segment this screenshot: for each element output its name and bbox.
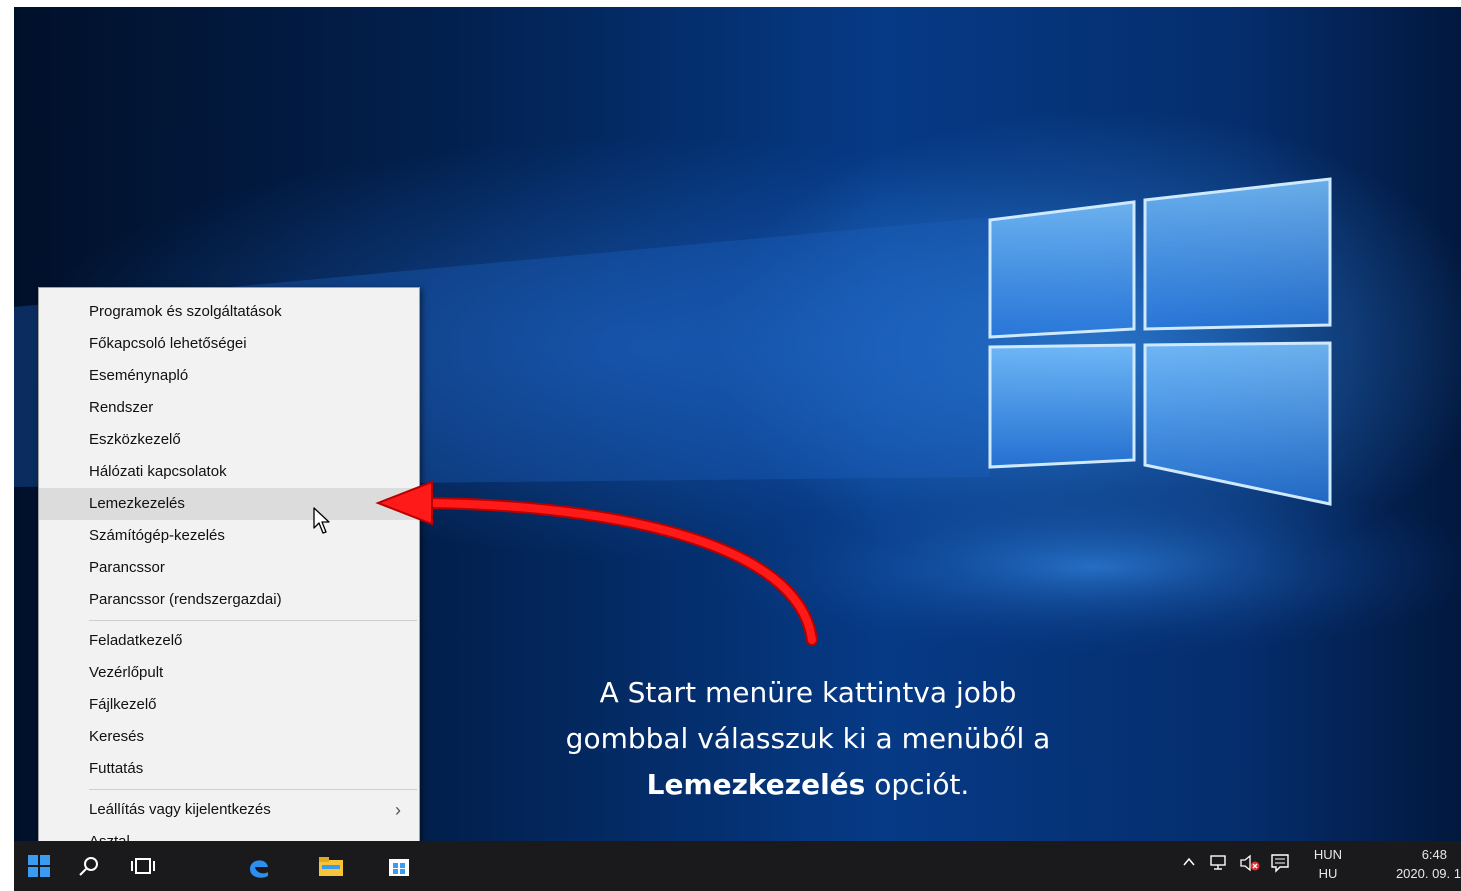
clock-date: 2020. 09. 1 <box>1395 866 1461 881</box>
taskbar: HUN HU 6:48 2020. 09. 1 <box>14 841 1461 891</box>
caption-line: A Start menüre kattintva jobb <box>599 676 1017 709</box>
clock-time: 6:48 <box>1421 847 1447 862</box>
caption-rest: opciót. <box>865 768 970 801</box>
task-view-icon[interactable] <box>118 841 168 891</box>
file-explorer-icon[interactable] <box>306 841 356 891</box>
notification-icon[interactable] <box>1270 853 1290 876</box>
edge-icon[interactable] <box>234 841 284 891</box>
instruction-caption: A Start menüre kattintva jobb gombbal vá… <box>498 670 1118 808</box>
search-icon[interactable] <box>64 841 114 891</box>
caption-line: Lemezkezelés opciót. <box>498 762 1118 808</box>
windows-start-icon[interactable] <box>14 841 64 891</box>
language-code: HUN <box>1313 847 1343 862</box>
clock[interactable]: 6:48 2020. 09. 1 <box>1364 847 1461 881</box>
input-language[interactable]: HUN HU <box>1306 847 1350 881</box>
volume-muted-icon[interactable] <box>1239 854 1261 875</box>
caption-bold-term: Lemezkezelés <box>646 768 866 801</box>
chevron-up-icon[interactable] <box>1182 855 1196 872</box>
network-icon[interactable] <box>1209 854 1229 875</box>
keyboard-layout: HU <box>1318 866 1338 881</box>
caption-line: gombbal válasszuk ki a menüből a <box>565 722 1051 755</box>
store-icon[interactable] <box>374 841 424 891</box>
